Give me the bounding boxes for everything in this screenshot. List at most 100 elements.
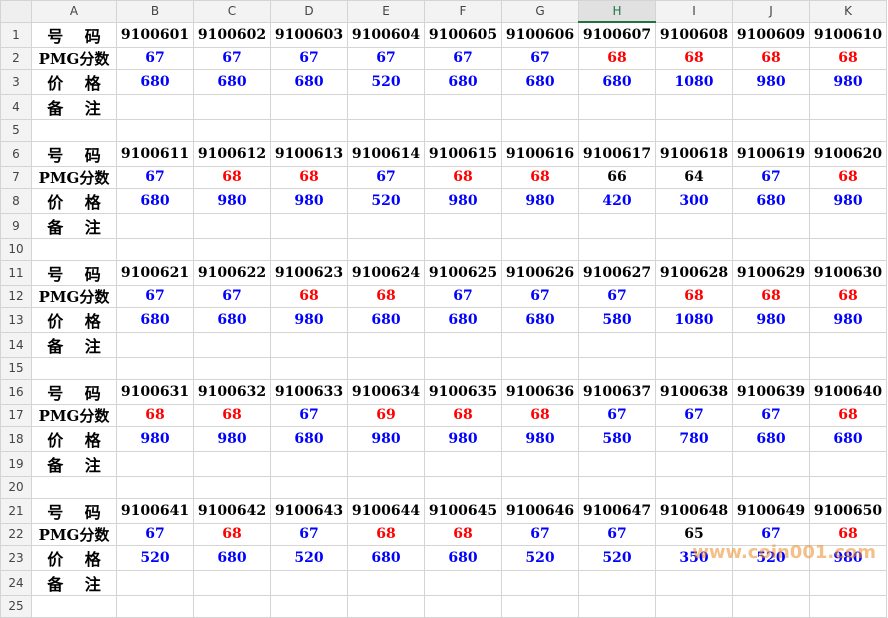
empty-cell[interactable]: [270, 594, 348, 618]
row-header-21[interactable]: 21: [0, 497, 32, 524]
price-cell[interactable]: 680: [347, 544, 425, 571]
row-label-note[interactable]: 备 注: [31, 450, 117, 477]
empty-cell[interactable]: [193, 450, 271, 477]
code-cell[interactable]: 9100611: [116, 140, 194, 167]
score-cell[interactable]: 67: [732, 522, 810, 546]
code-cell[interactable]: 9100633: [270, 378, 348, 405]
row-header-4[interactable]: 4: [0, 93, 32, 120]
price-cell[interactable]: 980: [347, 425, 425, 452]
code-cell[interactable]: 9100613: [270, 140, 348, 167]
price-cell[interactable]: 520: [501, 544, 579, 571]
row-header-25[interactable]: 25: [0, 594, 32, 618]
score-cell[interactable]: 67: [655, 403, 733, 427]
empty-cell[interactable]: [809, 237, 887, 261]
score-cell[interactable]: 68: [732, 46, 810, 70]
price-cell[interactable]: 580: [578, 306, 656, 333]
price-cell[interactable]: 680: [193, 544, 271, 571]
score-cell[interactable]: 68: [193, 165, 271, 189]
row-label-score[interactable]: PMG分数: [31, 46, 117, 70]
code-cell[interactable]: 9100635: [424, 378, 502, 405]
score-cell[interactable]: 67: [578, 284, 656, 308]
column-header-a[interactable]: A: [31, 0, 117, 23]
empty-cell[interactable]: [501, 594, 579, 618]
score-cell[interactable]: 67: [578, 522, 656, 546]
code-cell[interactable]: 9100647: [578, 497, 656, 524]
empty-cell[interactable]: [732, 594, 810, 618]
empty-cell[interactable]: [732, 475, 810, 499]
price-cell[interactable]: 980: [809, 544, 887, 571]
code-cell[interactable]: 9100619: [732, 140, 810, 167]
score-cell[interactable]: 68: [424, 165, 502, 189]
code-cell[interactable]: 9100641: [116, 497, 194, 524]
price-cell[interactable]: 980: [193, 425, 271, 452]
row-header-18[interactable]: 18: [0, 425, 32, 452]
empty-cell[interactable]: [501, 450, 579, 477]
empty-cell[interactable]: [270, 237, 348, 261]
empty-cell[interactable]: [578, 594, 656, 618]
empty-cell[interactable]: [732, 569, 810, 596]
score-cell[interactable]: 67: [501, 284, 579, 308]
code-cell[interactable]: 9100639: [732, 378, 810, 405]
score-cell[interactable]: 67: [424, 46, 502, 70]
empty-cell[interactable]: [732, 331, 810, 358]
price-cell[interactable]: 680: [116, 306, 194, 333]
column-header-g[interactable]: G: [501, 0, 579, 23]
price-cell[interactable]: 980: [809, 306, 887, 333]
price-cell[interactable]: 680: [193, 306, 271, 333]
price-cell[interactable]: 520: [270, 544, 348, 571]
score-cell[interactable]: 67: [347, 165, 425, 189]
empty-cell[interactable]: [424, 212, 502, 239]
empty-cell[interactable]: [732, 450, 810, 477]
code-cell[interactable]: 9100617: [578, 140, 656, 167]
empty-cell[interactable]: [501, 118, 579, 142]
code-cell[interactable]: 9100642: [193, 497, 271, 524]
column-header-c[interactable]: C: [193, 0, 271, 23]
price-cell[interactable]: 350: [655, 544, 733, 571]
empty-cell[interactable]: [193, 475, 271, 499]
empty-cell[interactable]: [809, 93, 887, 120]
row-header-17[interactable]: 17: [0, 403, 32, 427]
price-cell[interactable]: 300: [655, 187, 733, 214]
code-cell[interactable]: 9100636: [501, 378, 579, 405]
row-header-3[interactable]: 3: [0, 68, 32, 95]
row-label-price[interactable]: 价 格: [31, 68, 117, 95]
code-cell[interactable]: 9100638: [655, 378, 733, 405]
price-cell[interactable]: 520: [347, 187, 425, 214]
empty-cell[interactable]: [732, 356, 810, 380]
code-cell[interactable]: 9100616: [501, 140, 579, 167]
score-cell[interactable]: 67: [347, 46, 425, 70]
price-cell[interactable]: 680: [809, 425, 887, 452]
empty-cell[interactable]: [578, 118, 656, 142]
row-header-23[interactable]: 23: [0, 544, 32, 571]
column-header-i[interactable]: I: [655, 0, 733, 23]
empty-cell[interactable]: [655, 356, 733, 380]
row-header-6[interactable]: 6: [0, 140, 32, 167]
row-label-note[interactable]: 备 注: [31, 331, 117, 358]
price-cell[interactable]: 680: [424, 306, 502, 333]
score-cell[interactable]: 69: [347, 403, 425, 427]
code-cell[interactable]: 9100640: [809, 378, 887, 405]
score-cell[interactable]: 68: [655, 46, 733, 70]
code-cell[interactable]: 9100602: [193, 21, 271, 48]
empty-cell[interactable]: [424, 237, 502, 261]
code-cell[interactable]: 9100629: [732, 259, 810, 286]
empty-cell[interactable]: [809, 356, 887, 380]
empty-cell[interactable]: [578, 475, 656, 499]
code-cell[interactable]: 9100624: [347, 259, 425, 286]
score-cell[interactable]: 67: [578, 403, 656, 427]
score-cell[interactable]: 67: [270, 522, 348, 546]
code-cell[interactable]: 9100644: [347, 497, 425, 524]
price-cell[interactable]: 980: [270, 187, 348, 214]
code-cell[interactable]: 9100645: [424, 497, 502, 524]
column-header-h[interactable]: H: [578, 0, 656, 23]
row-label-price[interactable]: 价 格: [31, 544, 117, 571]
price-cell[interactable]: 520: [732, 544, 810, 571]
row-label-code[interactable]: 号 码: [31, 497, 117, 524]
code-cell[interactable]: 9100604: [347, 21, 425, 48]
code-cell[interactable]: 9100632: [193, 378, 271, 405]
select-all-corner[interactable]: [0, 0, 32, 23]
price-cell[interactable]: 980: [501, 187, 579, 214]
empty-cell[interactable]: [270, 475, 348, 499]
empty-cell[interactable]: [347, 475, 425, 499]
code-cell[interactable]: 9100646: [501, 497, 579, 524]
